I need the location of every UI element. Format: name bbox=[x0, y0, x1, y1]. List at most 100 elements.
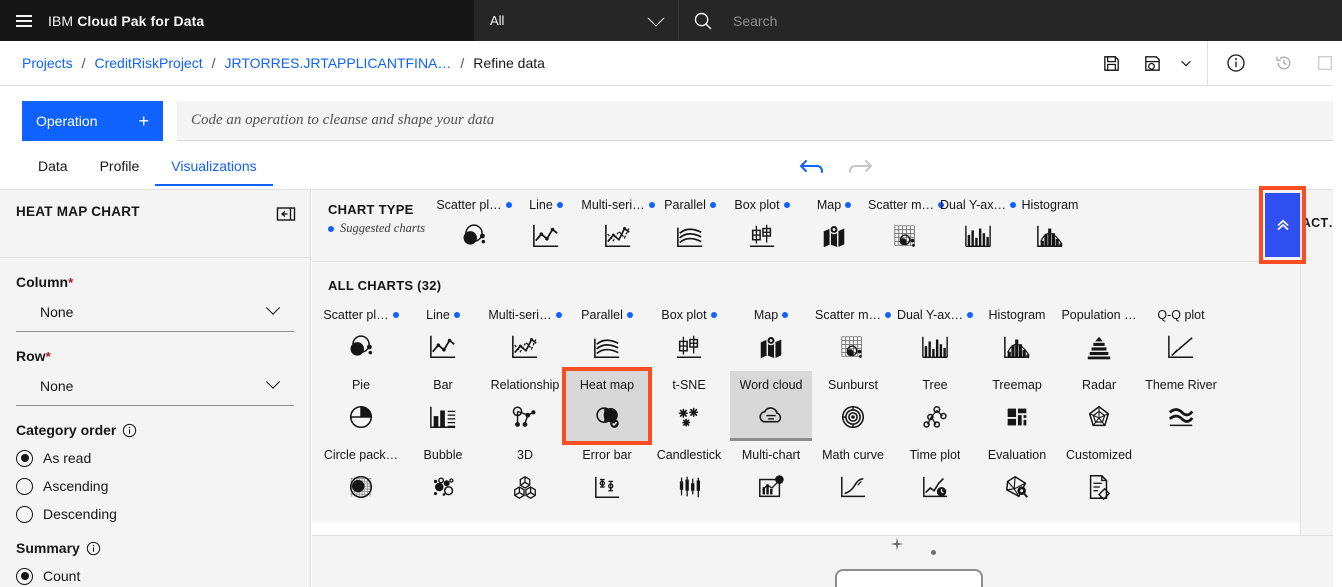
info-icon[interactable] bbox=[86, 541, 101, 556]
toolbar-divider bbox=[1207, 40, 1208, 86]
heat-map-icon bbox=[592, 402, 622, 432]
chart-tile-scatter-pl[interactable]: Scatter pl… bbox=[320, 301, 402, 371]
chart-tile-multi-seri[interactable]: Multi-seri… bbox=[484, 301, 566, 371]
info-icon[interactable] bbox=[122, 423, 137, 438]
chart-tile-3d[interactable]: 3D bbox=[484, 441, 566, 511]
search-input[interactable] bbox=[731, 11, 1031, 30]
chart-tile-population[interactable]: Population … bbox=[1058, 301, 1140, 371]
chart-type-tile-scatter-m[interactable]: Scatter m… bbox=[868, 190, 944, 251]
chart-type-tile-box-plot[interactable]: Box plot bbox=[726, 190, 798, 251]
operation-code-input[interactable]: Code an operation to cleanse and shape y… bbox=[177, 101, 1342, 141]
chart-tile-t-sne[interactable]: t-SNE bbox=[648, 371, 730, 441]
breadcrumb-item-projects[interactable]: Projects bbox=[22, 55, 73, 71]
suggested-dot-icon bbox=[626, 312, 633, 319]
save-icon[interactable] bbox=[1087, 41, 1135, 86]
chart-tile-math-curve[interactable]: Math curve bbox=[812, 441, 894, 511]
chevron-down-icon bbox=[647, 9, 665, 27]
add-operation-button[interactable]: Operation + bbox=[22, 101, 163, 141]
column-select[interactable]: None bbox=[16, 292, 294, 332]
collapse-panel-icon[interactable] bbox=[276, 204, 296, 224]
chart-tile-relationship[interactable]: Relationship bbox=[484, 371, 566, 441]
chart-type-tile-line[interactable]: Line bbox=[510, 190, 582, 251]
chart-tile-tree[interactable]: Tree bbox=[894, 371, 976, 441]
chart-tile-scatter-m[interactable]: Scatter m… bbox=[812, 301, 894, 371]
chart-tile-treemap[interactable]: Treemap bbox=[976, 371, 1058, 441]
chart-type-tile-scatter-pl[interactable]: Scatter pl… bbox=[436, 190, 512, 251]
chart-tile-customized[interactable]: Customized bbox=[1058, 441, 1140, 511]
chart-tile-evaluation[interactable]: Evaluation bbox=[976, 441, 1058, 511]
scope-selector[interactable]: All bbox=[474, 0, 678, 41]
chart-tile-candlestick[interactable]: Candlestick bbox=[648, 441, 730, 511]
chart-tile-label: Bar bbox=[433, 379, 453, 392]
chart-tile-box-plot[interactable]: Box plot bbox=[648, 301, 730, 371]
all-charts-row: Pie Bar Relationship Heat map t-SNE Word clou… bbox=[320, 367, 1300, 445]
global-search[interactable] bbox=[678, 0, 1342, 41]
chart-tile-time-plot[interactable]: Time plot bbox=[894, 441, 976, 511]
chart-tile-label: Theme River bbox=[1145, 379, 1217, 392]
chart-tile-multi-chart[interactable]: Multi-chart bbox=[730, 441, 812, 511]
chart-tile-line[interactable]: Line bbox=[402, 301, 484, 371]
summary-option-label: Count bbox=[43, 568, 81, 584]
chart-type-tile-dual-y-ax[interactable]: Dual Y-ax… bbox=[940, 190, 1017, 251]
chart-tile-label: Multi-seri… bbox=[488, 309, 562, 322]
operation-label: Operation bbox=[36, 113, 98, 129]
breadcrumb-separator: / bbox=[460, 55, 465, 71]
chart-settings-panel: HEAT MAP CHART Column* None Row* None Ca… bbox=[0, 190, 311, 587]
chart-tile-theme-river[interactable]: Theme River bbox=[1140, 371, 1222, 441]
scatter-matrix-icon bbox=[838, 332, 868, 362]
save-and-create-job-icon[interactable] bbox=[1135, 41, 1169, 86]
chart-type-tile-multi-seri[interactable]: Multi-seri… bbox=[581, 190, 655, 251]
chart-tile-label: Bubble bbox=[423, 449, 463, 462]
breadcrumb-item-project[interactable]: CreditRiskProject bbox=[94, 55, 202, 71]
row-select[interactable]: None bbox=[16, 366, 294, 406]
info-icon[interactable] bbox=[1212, 41, 1260, 86]
chevron-down-icon[interactable] bbox=[1169, 41, 1203, 86]
chart-tile-word-cloud[interactable]: Word cloud bbox=[730, 371, 812, 441]
line-chart-icon bbox=[428, 332, 458, 362]
breadcrumb-item-dataset[interactable]: JRTORRES.JRTAPPLICANTFINA… bbox=[225, 55, 452, 71]
error-bar-icon bbox=[592, 472, 622, 502]
multi-series-chart-icon bbox=[510, 332, 540, 362]
chart-type-tile-histogram[interactable]: Histogram bbox=[1014, 190, 1086, 251]
multi-chart-icon bbox=[756, 472, 786, 502]
chart-tile-circle-pack[interactable]: Circle pack… bbox=[320, 441, 402, 511]
chart-tile-radar[interactable]: Radar bbox=[1058, 371, 1140, 441]
chart-type-tile-map[interactable]: Map bbox=[798, 190, 870, 251]
chart-type-tile-parallel[interactable]: Parallel bbox=[654, 190, 726, 251]
chart-tile-map[interactable]: Map bbox=[730, 301, 812, 371]
chart-tile-label: Population … bbox=[1061, 309, 1137, 322]
tab-visualizations[interactable]: Visualizations bbox=[155, 158, 273, 186]
radar-chart-icon bbox=[1084, 402, 1114, 432]
summary-label-text: Summary bbox=[16, 540, 80, 556]
chart-tile-label: Evaluation bbox=[987, 449, 1047, 462]
radio-icon bbox=[16, 477, 33, 495]
treemap-icon bbox=[1002, 402, 1032, 432]
chart-tile-bubble[interactable]: Bubble bbox=[402, 441, 484, 511]
category-order-option-as-read[interactable]: As read bbox=[16, 444, 294, 472]
chart-tile-label: Scatter pl… bbox=[323, 309, 399, 322]
chart-tile-sunburst[interactable]: Sunburst bbox=[812, 371, 894, 441]
app-brand[interactable]: IBM Cloud Pak for Data bbox=[48, 13, 204, 29]
category-order-option-ascending[interactable]: Ascending bbox=[16, 472, 294, 500]
breadcrumb-item-current: Refine data bbox=[473, 55, 545, 71]
summary-option-count[interactable]: Count bbox=[16, 562, 294, 587]
chart-tile-error-bar[interactable]: Error bar bbox=[566, 441, 648, 511]
collapse-charts-button[interactable] bbox=[1259, 186, 1306, 264]
chart-type-header: CHART TYPE Suggested charts bbox=[312, 190, 438, 236]
operation-code-placeholder: Code an operation to cleanse and shape y… bbox=[191, 112, 495, 128]
chart-tile-bar[interactable]: Bar bbox=[402, 371, 484, 441]
hamburger-icon[interactable] bbox=[0, 0, 48, 41]
chart-tile-histogram[interactable]: Histogram bbox=[976, 301, 1058, 371]
chart-tile-pie[interactable]: Pie bbox=[320, 371, 402, 441]
chart-tile-dual-y-ax[interactable]: Dual Y-ax… bbox=[894, 301, 976, 371]
undo-icon[interactable] bbox=[798, 155, 828, 177]
tab-data[interactable]: Data bbox=[22, 158, 84, 186]
category-order-option-descending[interactable]: Descending bbox=[16, 500, 294, 528]
tab-profile[interactable]: Profile bbox=[84, 158, 156, 186]
radio-icon bbox=[16, 505, 33, 523]
chart-tile-q-q-plot[interactable]: Q-Q plot bbox=[1140, 301, 1222, 371]
chart-tile-parallel[interactable]: Parallel bbox=[566, 301, 648, 371]
chevron-down-icon bbox=[265, 300, 281, 315]
history-icon[interactable] bbox=[1260, 41, 1308, 86]
chart-tile-heat-map[interactable]: Heat map bbox=[562, 367, 652, 445]
